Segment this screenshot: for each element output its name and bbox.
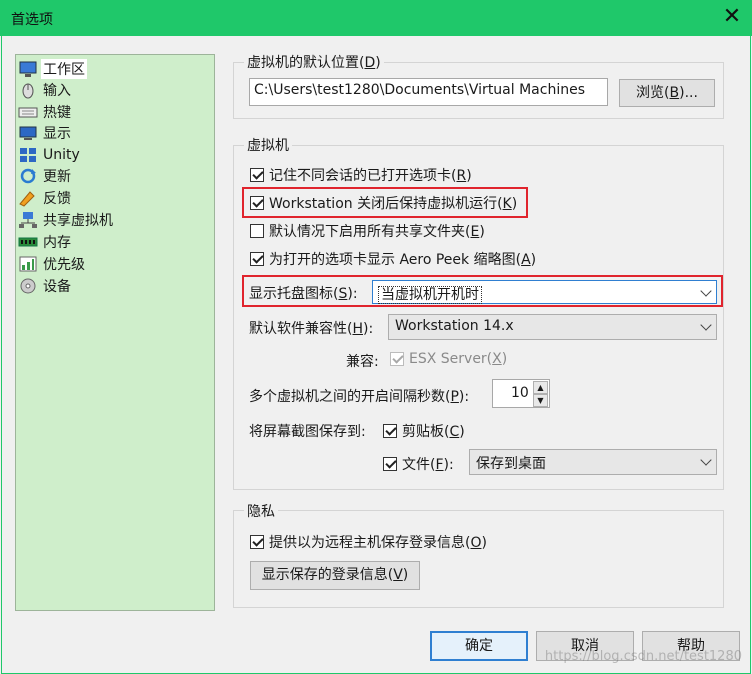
sidebar-item-label: 共享虚拟机 [43, 212, 113, 229]
spin-down-icon[interactable]: ▼ [533, 394, 548, 407]
sidebar-item-feedback[interactable]: 反馈 [18, 187, 212, 208]
remember-tabs-checkbox[interactable]: 记住不同会话的已打开选项卡(R) [250, 165, 472, 185]
interval-spinner[interactable]: 10 ▲ ▼ [492, 379, 550, 408]
title-bar: 首选项 ✕ [0, 0, 752, 36]
sidebar-item-workspace[interactable]: 工作区 [18, 58, 212, 79]
esx-server-label: ESX Server(X) [409, 351, 508, 367]
sidebar-item-label: 设备 [43, 278, 71, 295]
checkbox-box[interactable] [250, 224, 264, 238]
esx-server-checkbox: ESX Server(X) [390, 351, 507, 367]
sidebar-item-shared-vm[interactable]: 共享虚拟机 [18, 209, 212, 230]
sidebar-item-priority[interactable]: 优先级 [18, 253, 212, 274]
sidebar-item-label: 热键 [43, 104, 71, 121]
sidebar-item-label: 更新 [43, 168, 71, 185]
compat-with-label: 兼容: [346, 354, 379, 370]
remember-tabs-label: 记住不同会话的已打开选项卡(R) [269, 168, 472, 184]
chevron-down-icon[interactable] [700, 454, 712, 466]
interval-label: 多个虚拟机之间的开启间隔秒数(P): [249, 389, 470, 405]
feedback-icon [19, 190, 35, 207]
enable-shared-folders-checkbox[interactable]: 默认情况下启用所有共享文件夹(E) [250, 221, 485, 241]
sidebar-item-label: 内存 [43, 234, 71, 251]
file-label: 文件(F): [402, 457, 454, 473]
checkbox-box[interactable] [383, 424, 397, 438]
checkbox-box[interactable] [250, 252, 264, 266]
category-sidebar: 工作区 输入 热键 显示 Unity 更新 反馈 共享虚拟机 内存 优先级 设备 [15, 54, 215, 611]
sidebar-item-label: Unity [43, 146, 80, 163]
screenshot-save-label: 将屏幕截图保存到: [249, 424, 366, 440]
mouse-icon [22, 83, 34, 98]
sidebar-item-updates[interactable]: 更新 [18, 165, 212, 186]
clipboard-checkbox[interactable]: 剪贴板(C) [383, 421, 465, 441]
monitor-icon [19, 61, 37, 77]
sidebar-item-label: 显示 [43, 125, 71, 142]
sidebar-item-label: 优先级 [43, 256, 85, 273]
sidebar-item-label: 工作区 [41, 58, 87, 79]
ok-button[interactable]: 确定 [430, 631, 528, 661]
privacy-group [233, 510, 724, 608]
show-saved-login-button[interactable]: 显示保存的登录信息(V) [250, 561, 420, 590]
update-icon [20, 168, 36, 183]
file-checkbox[interactable]: 文件(F): [383, 454, 454, 474]
save-login-checkbox[interactable]: 提供以为远程主机保存登录信息(O) [250, 532, 487, 552]
save-login-label: 提供以为远程主机保存登录信息(O) [269, 535, 487, 551]
memory-icon [18, 237, 38, 246]
chevron-down-icon[interactable] [700, 319, 712, 331]
browse-button[interactable]: 浏览(B)... [619, 79, 715, 107]
checkbox-box [390, 352, 404, 366]
compat-select[interactable]: Workstation 14.x [388, 314, 717, 340]
compat-label: 默认软件兼容性(H): [249, 321, 374, 337]
sidebar-item-devices[interactable]: 设备 [18, 275, 212, 296]
keep-running-label: Workstation 关闭后保持虚拟机运行(K) [269, 196, 518, 212]
default-location-title: 虚拟机的默认位置(D) [244, 52, 384, 72]
compat-value: Workstation 14.x [395, 318, 514, 334]
checkbox-box[interactable] [250, 168, 264, 182]
file-location-select[interactable]: 保存到桌面 [469, 449, 717, 475]
privacy-title: 隐私 [244, 501, 278, 521]
window-title: 首选项 [11, 12, 53, 28]
chevron-down-icon[interactable] [700, 285, 712, 297]
sidebar-item-hotkeys[interactable]: 热键 [18, 101, 212, 122]
default-location-input[interactable]: C:\Users\test1280\Documents\Virtual Mach… [249, 78, 608, 106]
enable-shared-folders-label: 默认情况下启用所有共享文件夹(E) [269, 224, 485, 240]
aero-peek-checkbox[interactable]: 为打开的选项卡显示 Aero Peek 缩略图(A) [250, 249, 536, 269]
priority-icon [19, 256, 37, 271]
unity-icon [20, 147, 36, 162]
clipboard-label: 剪贴板(C) [402, 424, 465, 440]
display-icon [19, 126, 37, 140]
device-icon [20, 278, 36, 293]
checkbox-box[interactable] [383, 457, 397, 471]
watermark-text: https://blog.csdn.net/test1280 [544, 649, 742, 664]
aero-peek-label: 为打开的选项卡显示 Aero Peek 缩略图(A) [269, 252, 537, 268]
file-location-value: 保存到桌面 [476, 456, 546, 472]
sidebar-item-display[interactable]: 显示 [18, 122, 212, 143]
sidebar-item-label: 反馈 [43, 190, 71, 207]
tray-icon-select[interactable]: 当虚拟机开机时 [372, 280, 717, 304]
keyboard-icon [18, 107, 38, 117]
checkbox-box[interactable] [250, 535, 264, 549]
sidebar-item-memory[interactable]: 内存 [18, 231, 212, 252]
checkbox-box[interactable] [250, 196, 264, 210]
keep-running-checkbox[interactable]: Workstation 关闭后保持虚拟机运行(K) [250, 193, 517, 213]
sidebar-item-input[interactable]: 输入 [18, 79, 212, 100]
spin-up-icon[interactable]: ▲ [533, 381, 548, 394]
sidebar-item-unity[interactable]: Unity [18, 144, 212, 165]
vm-group-title: 虚拟机 [244, 135, 292, 155]
shared-vm-icon [19, 211, 37, 228]
interval-value: 10 [511, 385, 529, 401]
tray-icon-label: 显示托盘图标(S): [249, 286, 358, 302]
close-icon[interactable]: ✕ [718, 4, 746, 32]
sidebar-item-label: 输入 [43, 82, 71, 99]
tray-icon-value: 当虚拟机开机时 [378, 286, 482, 304]
